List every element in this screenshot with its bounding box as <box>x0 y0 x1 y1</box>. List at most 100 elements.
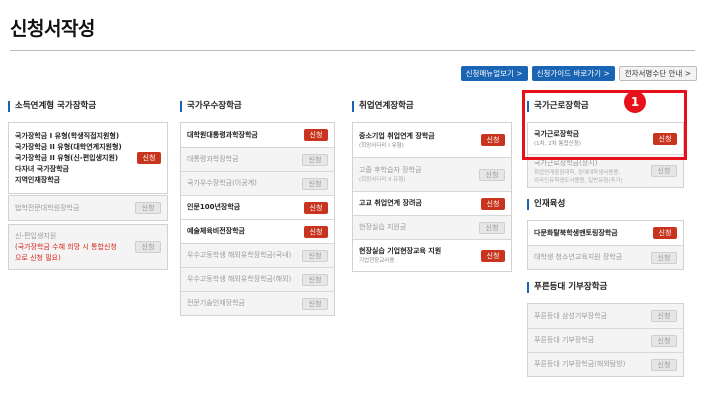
e-signature-guide-button[interactable]: 전자서명수단 안내 > <box>618 66 697 81</box>
apply-button[interactable]: 신청 <box>304 201 328 214</box>
scholarship-item[interactable]: 푸른등대 기부장학금(해외탐방) 신청 <box>528 352 683 376</box>
manual-view-button[interactable]: 신청매뉴얼보기 > <box>460 66 528 81</box>
scholarship-item[interactable]: 대통령과학장학금 신청 <box>181 147 334 171</box>
scholarship-card: 국가장학금 I 유형(학생직접지원형) 국가장학금 II 유형(대학연계지원형)… <box>8 122 168 194</box>
scholarship-name: 국가장학금 II 유형(대학연계지원형) <box>15 142 122 151</box>
scholarship-card: 법학전문대학원장학금 신청 <box>8 195 168 221</box>
scholarship-name: 고교 취업연계 장려금 <box>359 199 422 207</box>
apply-button[interactable]: 신청 <box>651 358 677 371</box>
scholarship-item[interactable]: 다문화탈북학생멘토링장학금 신청 <box>528 221 683 245</box>
scholarship-name-group: 신-편입생지원 (국가장학금 수혜 희망 시 통합신청으로 신청 필요) <box>15 231 135 264</box>
scholarship-card: 중소기업 취업연계 장학금 (희망사다리 I 유형) 신청 고졸 후학습자 장학… <box>352 122 512 272</box>
scholarship-subtitle: 외국인유학생도사용용, 일반유형(추가) <box>534 177 623 184</box>
scholarship-name-group: 국가근로장학금(상시) 취업연계중점대학, 장애대학생사용용, 외국인유학생도사… <box>534 158 651 185</box>
apply-button[interactable]: 신청 <box>651 165 677 177</box>
scholarship-name: 우수고등학생 해외유학장학금(국내) <box>187 251 292 259</box>
scholarship-item[interactable]: 우수고등학생 해외유학장학금(국내) 신청 <box>181 243 334 267</box>
scholarship-name-group: 중소기업 취업연계 장학금 (희망사다리 I 유형) <box>359 131 481 150</box>
scholarship-name: 대학생 청소년교육지원 장학금 <box>534 253 623 261</box>
scholarship-item[interactable]: 푸른등대 기부장학금 신청 <box>528 328 683 352</box>
income-linked-column: 소득연계형 국가장학금 국가장학금 I 유형(학생직접지원형) 국가장학금 II… <box>8 101 168 270</box>
scholarship-name-group: 현장실습 기업현장교육 지원 기업현장교사용 <box>359 246 481 265</box>
apply-button[interactable]: 신청 <box>304 225 328 238</box>
scholarship-item[interactable]: 현장실습 지원금 신청 <box>353 215 511 239</box>
scholarship-item[interactable]: 현장실습 기업현장교육 지원 기업현장교사용 신청 <box>353 239 511 271</box>
callout-number-badge: 1 <box>624 91 646 113</box>
scholarship-name: 예술체육비전장학금 <box>187 227 245 235</box>
apply-button[interactable]: 신청 <box>479 168 505 181</box>
scholarship-name: 국가장학금 II 유형(신-편입생지원) <box>15 153 119 162</box>
scholarship-name: 다자녀 국가장학금 <box>15 164 69 173</box>
scholarship-item[interactable]: 전문기술인재장학금 신청 <box>181 291 334 315</box>
scholarship-subtitle: 기업현장교사용 <box>359 258 395 264</box>
scholarship-name: 인문100년장학금 <box>187 203 241 211</box>
scholarship-name: 대통령과학장학금 <box>187 155 239 163</box>
national-excellence-column: 국가우수장학금 대학원대통령과학장학금 신청 대통령과학장학금 신청 국가우수장… <box>180 101 335 316</box>
apply-button[interactable]: 신청 <box>651 334 677 347</box>
apply-button[interactable]: 신청 <box>481 249 505 262</box>
section-title: 인재육성 <box>527 199 684 210</box>
apply-button[interactable]: 신청 <box>651 310 677 322</box>
apply-button[interactable]: 신청 <box>135 202 161 214</box>
apply-button[interactable]: 신청 <box>481 197 505 210</box>
scholarship-name: 현장실습 지원금 <box>359 223 407 231</box>
scholarship-item[interactable]: 국가장학금 I 유형(학생직접지원형) 국가장학금 II 유형(대학연계지원형)… <box>9 123 167 193</box>
scholarship-name: 국가장학금 I 유형(학생직접지원형) <box>15 131 120 140</box>
scholarship-card: 신-편입생지원 (국가장학금 수혜 희망 시 통합신청으로 신청 필요) 신청 <box>8 224 168 270</box>
guide-shortcut-button[interactable]: 신청가이드 바로가기 > <box>531 66 615 81</box>
apply-button[interactable]: 신청 <box>302 273 328 286</box>
page-title: 신청서작성 <box>10 18 95 40</box>
scholarship-item[interactable]: 예술체육비전장학금 신청 <box>181 219 334 243</box>
apply-button[interactable]: 신청 <box>651 251 677 264</box>
scholarship-item[interactable]: 대학원대통령과학장학금 신청 <box>181 123 334 147</box>
apply-button[interactable]: 신청 <box>302 153 328 166</box>
apply-button[interactable]: 신청 <box>653 227 677 239</box>
scholarship-name: 전문기술인재장학금 <box>187 299 245 307</box>
scholarship-name: 지역인재장학금 <box>15 175 61 184</box>
scholarship-item[interactable]: 신-편입생지원 (국가장학금 수혜 희망 시 통합신청으로 신청 필요) 신청 <box>9 225 167 269</box>
apply-button[interactable]: 신청 <box>481 134 505 146</box>
scholarship-item[interactable]: 고졸 후학습자 장학금 (희망사다리 II 유형) 신청 <box>353 157 511 191</box>
apply-button[interactable]: 신청 <box>304 129 328 141</box>
scholarship-name: 푸른등대 삼성기부장학금 <box>534 311 608 320</box>
apply-button[interactable]: 신청 <box>302 249 328 262</box>
section-title: 국가우수장학금 <box>180 101 335 112</box>
highlight-box <box>522 90 687 160</box>
scholarship-item[interactable]: 대학생 청소년교육지원 장학금 신청 <box>528 245 683 269</box>
scholarship-name: 신-편입생지원 <box>15 231 57 240</box>
top-button-group: 신청매뉴얼보기 > 신청가이드 바로가기 > 전자서명수단 안내 > <box>460 66 697 81</box>
scholarship-name: 푸른등대 기부장학금(해외탐방) <box>534 360 626 368</box>
scholarship-item[interactable]: 인문100년장학금 신청 <box>181 195 334 219</box>
scholarship-name-group: 국가장학금 I 유형(학생직접지원형) 국가장학금 II 유형(대학연계지원형)… <box>15 131 137 186</box>
section-title: 소득연계형 국가장학금 <box>8 101 168 112</box>
scholarship-name: 푸른등대 기부장학금 <box>534 336 595 344</box>
employment-linked-column: 취업연계장학금 중소기업 취업연계 장학금 (희망사다리 I 유형) 신청 고졸… <box>352 101 512 272</box>
scholarship-item[interactable]: 중소기업 취업연계 장학금 (희망사다리 I 유형) 신청 <box>353 123 511 157</box>
scholarship-item[interactable]: 고교 취업연계 장려금 신청 <box>353 191 511 215</box>
scholarship-name: 중소기업 취업연계 장학금 <box>359 131 435 140</box>
section-title: 취업연계장학금 <box>352 101 512 112</box>
scholarship-name: 현장실습 기업현장교육 지원 <box>359 247 442 255</box>
scholarship-item[interactable]: 푸른등대 삼성기부장학금 신청 <box>528 304 683 328</box>
scholarship-item[interactable]: 국가우수장학금(이공계) 신청 <box>181 171 334 195</box>
apply-button[interactable]: 신청 <box>135 241 161 253</box>
apply-button[interactable]: 신청 <box>302 297 328 310</box>
scholarship-subtitle: (희망사다리 I 유형) <box>359 142 404 149</box>
scholarship-card: 대학원대통령과학장학금 신청 대통령과학장학금 신청 국가우수장학금(이공계) … <box>180 122 335 316</box>
apply-button[interactable]: 신청 <box>302 177 328 190</box>
scholarship-name: 우수고등학생 해외유학장학금(해외) <box>187 275 292 283</box>
scholarship-name: 다문화탈북학생멘토링장학금 <box>534 228 618 237</box>
scholarship-subtitle: 취업연계중점대학, 장애대학생사용용, <box>534 169 621 176</box>
scholarship-name: 대학원대통령과학장학금 <box>187 130 258 139</box>
section-title: 푸른등대 기부장학금 <box>527 282 684 293</box>
title-divider <box>10 50 695 51</box>
scholarship-item[interactable]: 우수고등학생 해외유학장학금(해외) 신청 <box>181 267 334 291</box>
scholarship-subtitle: (희망사다리 II 유형) <box>359 177 406 183</box>
scholarship-name: 국가우수장학금(이공계) <box>187 179 257 187</box>
scholarship-item[interactable]: 법학전문대학원장학금 신청 <box>9 196 167 220</box>
scholarship-name-group: 고졸 후학습자 장학금 (희망사다리 II 유형) <box>359 165 479 184</box>
apply-button[interactable]: 신청 <box>137 152 161 164</box>
scholarship-card: 푸른등대 삼성기부장학금 신청 푸른등대 기부장학금 신청 푸른등대 기부장학금… <box>527 303 684 377</box>
apply-button[interactable]: 신청 <box>479 221 505 234</box>
scholarship-name: 법학전문대학원장학금 <box>15 203 80 212</box>
